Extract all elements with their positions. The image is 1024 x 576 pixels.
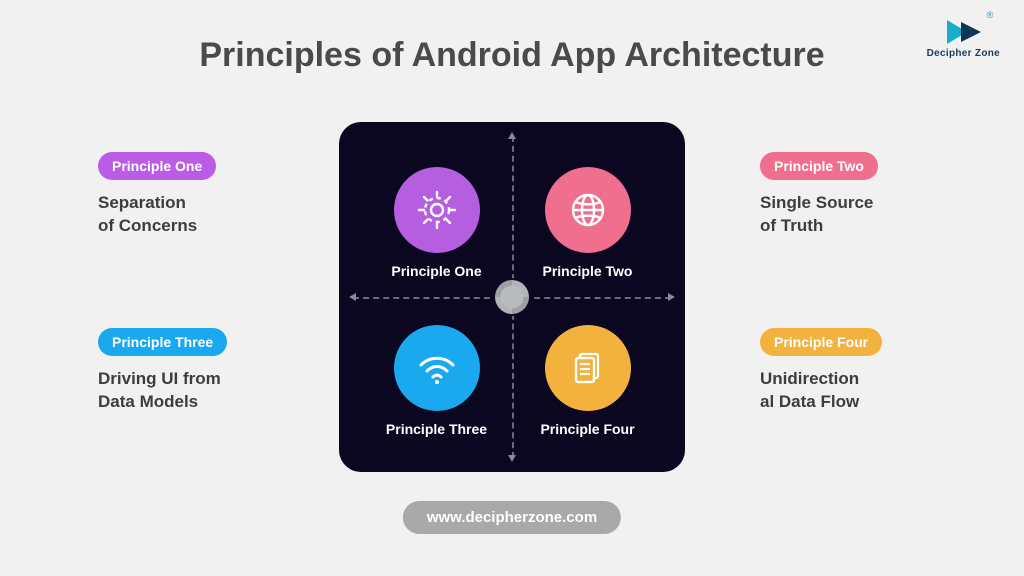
quadrant-three: Principle Three <box>361 302 512 460</box>
arrow-up-icon <box>508 132 516 139</box>
document-icon <box>545 325 631 411</box>
brand-name: Decipher Zone <box>927 48 1000 59</box>
callout-one-desc: Separationof Concerns <box>98 192 288 238</box>
quadrant-one: Principle One <box>361 144 512 302</box>
page-title: Principles of Android App Architecture <box>0 36 1024 75</box>
globe-icon <box>545 167 631 253</box>
quadrant-four: Principle Four <box>512 302 663 460</box>
quadrant-one-label: Principle One <box>391 263 481 279</box>
wifi-icon <box>394 325 480 411</box>
quadrant-four-label: Principle Four <box>540 421 634 437</box>
source-url: www.decipherzone.com <box>403 501 621 534</box>
callout-one-pill: Principle One <box>98 152 216 180</box>
callout-three-pill: Principle Three <box>98 328 227 356</box>
callout-two: Principle Two Single Sourceof Truth <box>760 152 950 238</box>
arrow-right-icon <box>668 293 675 301</box>
callout-two-pill: Principle Two <box>760 152 878 180</box>
quadrant-two-label: Principle Two <box>543 263 633 279</box>
brand-logo: ® Decipher Zone <box>927 18 1000 59</box>
brand-logo-mark: ® <box>943 18 983 46</box>
registered-mark: ® <box>987 10 994 20</box>
callout-two-desc: Single Sourceof Truth <box>760 192 950 238</box>
callout-four-desc: Unidirectional Data Flow <box>760 368 950 414</box>
callout-three: Principle Three Driving UI fromData Mode… <box>98 328 288 414</box>
callout-four-pill: Principle Four <box>760 328 882 356</box>
quadrant-two: Principle Two <box>512 144 663 302</box>
callout-one: Principle One Separationof Concerns <box>98 152 288 238</box>
arrow-left-icon <box>349 293 356 301</box>
callout-three-desc: Driving UI fromData Models <box>98 368 288 414</box>
quadrant-panel: Principle One Principle Two <box>339 122 685 472</box>
quadrant-three-label: Principle Three <box>386 421 487 437</box>
quadrant-grid: Principle One Principle Two <box>361 144 663 460</box>
callout-four: Principle Four Unidirectional Data Flow <box>760 328 950 414</box>
gear-icon <box>394 167 480 253</box>
